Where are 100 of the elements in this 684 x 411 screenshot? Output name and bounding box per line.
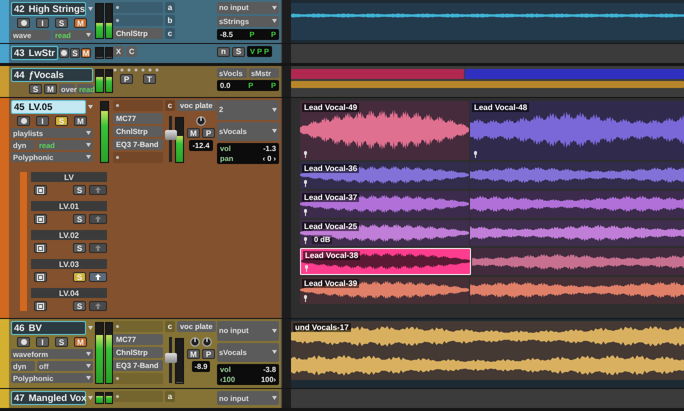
track-name: BV bbox=[28, 322, 42, 334]
audio-clip[interactable] bbox=[472, 248, 684, 276]
record-button[interactable] bbox=[17, 337, 30, 347]
caret-icon bbox=[86, 131, 91, 135]
io-button[interactable]: n bbox=[217, 46, 230, 56]
mute-button[interactable]: M bbox=[74, 18, 87, 28]
solo-button[interactable]: S bbox=[73, 214, 86, 224]
toggle-button[interactable]: P bbox=[202, 349, 215, 359]
input-button[interactable]: I bbox=[36, 337, 49, 347]
mute-button[interactable]: M bbox=[80, 48, 91, 58]
caret-icon bbox=[88, 105, 93, 109]
audio-clip[interactable]: Lead Vocal-36 bbox=[300, 162, 469, 189]
folder-clip-bar[interactable] bbox=[291, 81, 684, 88]
clip-name: Lead Vocal-48 bbox=[472, 103, 530, 112]
audio-clip[interactable]: Lead Vocal-49 bbox=[300, 101, 469, 160]
square-icon bbox=[37, 216, 44, 222]
track-name: LwStr bbox=[28, 48, 55, 58]
send-letter: a bbox=[165, 2, 175, 13]
mic-icon bbox=[304, 265, 309, 272]
compare-button[interactable] bbox=[34, 272, 47, 282]
caret-icon bbox=[88, 326, 93, 330]
playlist-name: LV bbox=[31, 172, 107, 182]
track-name-field[interactable]: 45 LV.05 bbox=[11, 100, 86, 114]
pan-knob-icon[interactable] bbox=[190, 337, 200, 347]
playlist-name: LV.04 bbox=[31, 288, 107, 298]
solo-button[interactable]: S bbox=[70, 48, 80, 58]
track-number: 44 bbox=[14, 70, 25, 80]
record-button[interactable] bbox=[17, 18, 30, 28]
folder-clip-bar[interactable] bbox=[464, 69, 684, 79]
record-button[interactable] bbox=[17, 116, 30, 126]
record-button[interactable] bbox=[58, 48, 69, 58]
audio-clip[interactable]: und Vocals-17 bbox=[291, 321, 684, 380]
caret-icon bbox=[272, 19, 277, 24]
mute-button[interactable]: M bbox=[74, 337, 87, 347]
pan-knob-icon[interactable] bbox=[196, 116, 206, 126]
input-button[interactable]: I bbox=[36, 18, 49, 28]
audio-clip[interactable]: Lead Vocal-37 bbox=[300, 190, 469, 218]
io-button[interactable]: S bbox=[232, 46, 245, 56]
audio-clip[interactable] bbox=[470, 190, 684, 218]
caret-icon bbox=[86, 352, 91, 356]
audio-clip[interactable]: Lead Vocal-39 bbox=[300, 277, 469, 304]
compare-button[interactable] bbox=[34, 214, 47, 224]
track-name-field[interactable]: 44 ƒVocals bbox=[11, 68, 93, 82]
dot-icon bbox=[116, 325, 119, 328]
solo-button[interactable]: S bbox=[55, 18, 68, 28]
send-letter: c bbox=[165, 28, 175, 39]
dot-icon bbox=[116, 156, 119, 159]
caret-icon bbox=[86, 376, 91, 380]
promote-button[interactable] bbox=[89, 272, 107, 282]
caret-icon bbox=[272, 6, 277, 10]
solo-button[interactable]: S bbox=[73, 185, 86, 195]
pan-knob-icon[interactable] bbox=[202, 337, 212, 347]
caret-icon bbox=[272, 396, 277, 400]
audio-clip[interactable] bbox=[470, 277, 684, 304]
track-number: 47 bbox=[14, 392, 25, 404]
dot-icon bbox=[116, 377, 119, 380]
compare-button[interactable] bbox=[34, 185, 47, 195]
track-name-field[interactable]: 42 High Strings bbox=[11, 2, 86, 16]
toggle-button[interactable]: P bbox=[202, 128, 215, 138]
track-number: 45 bbox=[14, 102, 25, 112]
caret-icon bbox=[86, 33, 91, 37]
dot-icon bbox=[116, 6, 119, 9]
caret-icon bbox=[86, 143, 91, 147]
solo-button[interactable]: S bbox=[29, 84, 42, 94]
dot-icon bbox=[116, 395, 119, 398]
record-icon bbox=[20, 118, 26, 124]
fader-handle[interactable] bbox=[165, 130, 177, 140]
input-button[interactable]: I bbox=[36, 116, 49, 126]
audio-clip[interactable]: Lead Vocal-38 bbox=[300, 248, 471, 276]
compare-button[interactable] bbox=[34, 243, 47, 253]
mute-button[interactable]: M bbox=[44, 84, 57, 94]
send-letter: a bbox=[165, 391, 175, 402]
audio-clip[interactable] bbox=[470, 162, 684, 189]
playlist-name: LV.03 bbox=[31, 259, 107, 269]
send-letter: c bbox=[165, 321, 175, 332]
folder-toggle-button[interactable]: P bbox=[120, 74, 133, 84]
caret-icon bbox=[86, 364, 91, 368]
audio-clip[interactable]: Lead Vocal-48 bbox=[470, 101, 684, 160]
fader-handle[interactable] bbox=[165, 353, 177, 364]
caret-icon bbox=[88, 396, 93, 400]
solo-button[interactable]: S bbox=[73, 243, 86, 253]
caret-icon bbox=[272, 129, 277, 134]
square-icon bbox=[37, 274, 44, 280]
folder-clip-bar[interactable] bbox=[291, 69, 464, 79]
track-name-field[interactable]: 46 BV bbox=[11, 321, 86, 335]
track-number: 46 bbox=[14, 322, 25, 334]
mic-icon bbox=[303, 150, 308, 158]
up-arrow-icon bbox=[95, 245, 101, 251]
toggle-button[interactable]: M bbox=[187, 349, 200, 359]
square-icon bbox=[37, 244, 44, 252]
toggle-button[interactable]: M bbox=[187, 128, 200, 138]
compare-button[interactable] bbox=[34, 301, 47, 311]
solo-button[interactable]: S bbox=[55, 337, 68, 347]
dot-icon bbox=[116, 19, 119, 22]
record-icon bbox=[20, 339, 26, 345]
folder-toggle-button[interactable]: T bbox=[143, 74, 156, 84]
mute-button[interactable]: M bbox=[74, 116, 87, 126]
solo-button[interactable]: S bbox=[73, 301, 86, 311]
track-number: 42 bbox=[14, 4, 25, 14]
track-name-field[interactable]: 43 LwStr bbox=[11, 46, 58, 60]
